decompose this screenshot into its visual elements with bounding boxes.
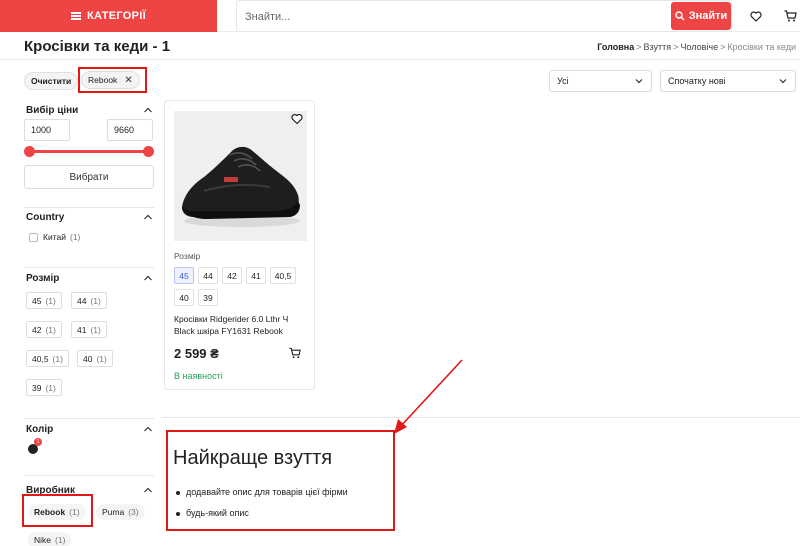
chevron-up-icon[interactable]	[143, 274, 153, 282]
annotation-box-description	[166, 430, 395, 531]
size-option-count: (1)	[52, 353, 63, 364]
size-option-count: (1)	[45, 295, 56, 306]
product-size-label: Розмір	[174, 251, 201, 261]
filter-select[interactable]: Усі	[549, 70, 652, 92]
size-option-label: 44	[77, 295, 87, 306]
size-option-count: (1)	[90, 295, 101, 306]
cart-icon[interactable]	[289, 347, 301, 359]
sneaker-image	[174, 111, 307, 241]
search-button[interactable]: Знайти	[671, 2, 731, 30]
size-option-label: 40	[83, 353, 93, 364]
size-option[interactable]: 40,5 (1)	[26, 350, 69, 367]
sidebar-divider	[24, 475, 154, 476]
stock-status: В наявності	[174, 371, 223, 381]
size-option-label: 39	[32, 382, 42, 393]
price-min-input[interactable]: 1000	[24, 119, 70, 141]
product-size-option[interactable]: 42	[222, 267, 242, 284]
size-option-label: 41	[77, 324, 87, 335]
size-option-count: (1)	[45, 382, 56, 393]
annotation-box-brand	[22, 494, 93, 527]
product-size-option[interactable]: 39	[198, 289, 218, 306]
chevron-up-icon[interactable]	[143, 425, 153, 433]
brand-option-label: Puma	[102, 507, 125, 517]
price-max-input[interactable]: 9660	[107, 119, 153, 141]
annotation-arrow	[394, 359, 463, 434]
breadcrumb-men[interactable]: Чоловіче	[680, 42, 718, 52]
search-button-label: Знайти	[688, 10, 728, 22]
size-option-label: 42	[32, 324, 42, 335]
heart-icon[interactable]	[291, 113, 303, 125]
checkbox[interactable]	[29, 232, 38, 242]
price-slider-min-handle[interactable]	[24, 146, 35, 157]
sidebar-divider	[24, 267, 154, 268]
breadcrumb-shoes[interactable]: Взуття	[644, 42, 672, 52]
brand-option-puma[interactable]: Puma (3)	[96, 504, 145, 520]
product-size-option[interactable]: 45	[174, 267, 194, 284]
header: КАТЕГОРІЇ Знайти	[0, 0, 800, 32]
country-option-count: (1)	[69, 232, 81, 242]
filter-select-value: Усі	[557, 76, 569, 86]
product-size-option[interactable]: 44	[198, 267, 218, 284]
apply-price-button[interactable]: Вибрати	[24, 165, 154, 189]
breadcrumb: Головна > Взуття > Чоловіче > Кросівки та кеди	[597, 42, 796, 52]
chevron-down-icon	[779, 79, 787, 84]
title-divider	[0, 59, 800, 60]
breadcrumb-home[interactable]: Головна	[597, 42, 634, 52]
clear-filters-button[interactable]: Очистити	[24, 72, 79, 90]
size-option-label: 45	[32, 295, 42, 306]
size-filter-title: Розмір	[26, 273, 60, 284]
search-box: Знайти	[236, 0, 732, 32]
chevron-up-icon[interactable]	[143, 106, 153, 114]
brand-option-nike[interactable]: Nike (1)	[28, 532, 72, 546]
price-slider-track[interactable]	[30, 150, 148, 153]
size-option-count: (1)	[45, 324, 56, 335]
search-icon	[675, 11, 685, 21]
product-price: 2 599 ₴	[174, 346, 219, 361]
price-slider-max-handle[interactable]	[143, 146, 154, 157]
country-option-label: Китай	[43, 232, 66, 242]
product-image[interactable]	[174, 111, 307, 241]
annotation-box-chip	[78, 67, 147, 93]
price-filter-title: Вибір ціни	[26, 105, 79, 116]
sidebar-divider	[24, 418, 154, 419]
cart-button[interactable]	[782, 8, 798, 24]
page-title: Кросівки та кеди - 1	[24, 38, 171, 55]
sort-select-value: Спочатку нові	[668, 76, 726, 86]
chevron-up-icon[interactable]	[143, 486, 153, 494]
categories-label: КАТЕГОРІЇ	[87, 10, 146, 22]
size-option[interactable]: 41 (1)	[71, 321, 107, 338]
product-size-option[interactable]: 41	[246, 267, 266, 284]
sidebar-divider	[24, 207, 154, 208]
size-option-count: (1)	[96, 353, 107, 364]
size-option[interactable]: 44 (1)	[71, 292, 107, 309]
size-option[interactable]: 40 (1)	[77, 350, 113, 367]
size-option-count: (1)	[90, 324, 101, 335]
product-name[interactable]: Кросівки Ridgerider 6.0 Lthr Ч Black шкі…	[174, 313, 308, 337]
size-option-label: 40,5	[32, 353, 49, 364]
product-size-option[interactable]: 40,5	[270, 267, 296, 284]
breadcrumb-current: Кросівки та кеди	[727, 42, 796, 52]
wishlist-button[interactable]	[748, 8, 764, 24]
chevron-up-icon[interactable]	[143, 213, 153, 221]
brand-option-count: (1)	[55, 535, 66, 545]
size-option[interactable]: 42 (1)	[26, 321, 62, 338]
sort-select[interactable]: Спочатку нові	[660, 70, 796, 92]
chevron-down-icon	[635, 79, 643, 84]
size-option[interactable]: 45 (1)	[26, 292, 62, 309]
color-filter-title: Колір	[26, 424, 54, 435]
cart-icon	[784, 10, 797, 22]
brand-option-count: (3)	[128, 507, 139, 517]
product-size-option[interactable]: 40	[174, 289, 194, 306]
search-input[interactable]	[245, 7, 665, 27]
color-count-badge: 1	[34, 438, 42, 446]
menu-icon	[71, 12, 82, 20]
size-option[interactable]: 39 (1)	[26, 379, 62, 396]
country-option-china[interactable]: Китай (1)	[29, 232, 80, 242]
product-card[interactable]: Розмір 45 44 42 41 40,5 40 39 Кросівки R…	[164, 100, 315, 390]
heart-icon	[750, 10, 762, 22]
brand-option-label: Nike	[34, 535, 52, 545]
country-filter-title: Country	[26, 212, 65, 223]
categories-button[interactable]: КАТЕГОРІЇ	[0, 0, 217, 32]
